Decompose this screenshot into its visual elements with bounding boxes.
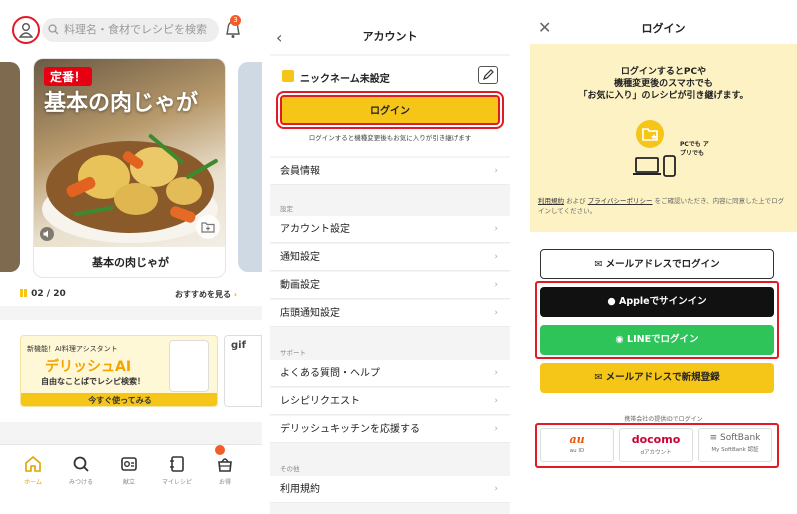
chevron-right-icon: ›: [494, 166, 498, 176]
page-title: ログイン: [641, 22, 686, 35]
home-header: 料理名・食材でレシピを検索 3: [0, 0, 262, 56]
carousel-pager: 02 / 20: [20, 289, 66, 299]
save-folder-icon[interactable]: [196, 215, 220, 239]
line-chat-icon: ◉: [615, 334, 628, 345]
chevron-right-icon: ›: [494, 308, 498, 318]
menu-terms[interactable]: 利用規約 ›: [270, 476, 510, 503]
chevron-right-icon: ›: [494, 280, 498, 290]
apple-icon: ●: [607, 296, 619, 307]
au-id-button[interactable]: au au ID: [540, 428, 614, 462]
edit-button[interactable]: [478, 66, 498, 84]
email-register-button[interactable]: ✉ メールアドレスで新規登録: [540, 363, 774, 393]
menu-icon: [121, 457, 137, 471]
login-button[interactable]: ログイン: [280, 95, 500, 125]
privacy-policy-link[interactable]: プライバシーポリシー: [588, 197, 653, 205]
carousel-prev-card[interactable]: [0, 62, 20, 272]
section-support-label: サポート: [280, 349, 306, 357]
au-logo: au: [569, 433, 585, 446]
docomo-logo: docomo: [631, 433, 681, 446]
tab-my-recipe[interactable]: マイレシピ: [154, 455, 200, 486]
tab-home[interactable]: ホーム: [10, 455, 56, 486]
notebook-icon: [170, 456, 184, 472]
menu-recipe-request[interactable]: レシピリクエスト ›: [270, 388, 510, 415]
recipe-overlay-title: 基本の肉じゃが: [44, 91, 199, 116]
section-other-label: その他: [280, 465, 300, 473]
banner-section: 新機能！AI料理アシスタント デリッシュAI 自由なことばでレシピ検索！ 今すぐ…: [0, 320, 262, 422]
notification-badge: 3: [230, 15, 241, 26]
softbank-button[interactable]: ≡ SoftBank My SoftBank 認証: [698, 428, 772, 462]
search-input[interactable]: 料理名・食材でレシピを検索: [42, 18, 219, 42]
account-screen: ‹ アカウント ニックネーム未設定 ログイン ログインすると機種変更後もお気に入…: [270, 0, 510, 514]
search-icon: [73, 456, 89, 472]
page-title: アカウント: [362, 30, 418, 43]
menu-notification-settings[interactable]: 通知設定 ›: [270, 244, 510, 271]
recipe-badge: 定番！: [44, 67, 93, 86]
legal-notice: 利用規約 および プライバシーポリシー をご確認いただき、内容に同意した上でログ…: [538, 197, 785, 215]
menu-member-info[interactable]: 会員情報 ›: [270, 158, 510, 185]
carrier-login-label: 携帯会社の提供IDでログイン: [624, 416, 703, 423]
pencil-icon: [483, 69, 494, 80]
menu-video-settings[interactable]: 動画設定 ›: [270, 272, 510, 299]
chevron-right-icon: ›: [494, 252, 498, 262]
user-icon: [19, 23, 33, 38]
promo-text: ログインするとPCや 機種変更後のスマホでも 「お気に入り」のレシピが引き継げま…: [578, 67, 749, 101]
recipe-carousel[interactable]: 定番！ 基本の肉じゃが 基本の肉じゃが 02 / 20 おすすめを見る ›: [0, 56, 262, 306]
nickname: ニックネーム未設定: [300, 74, 390, 85]
bottom-tab-bar: ホーム みつける 献立 マイレシピ お得: [0, 444, 262, 514]
search-placeholder: 料理名・食材でレシピを検索: [64, 23, 207, 36]
featured-recipe-card[interactable]: 定番！ 基本の肉じゃが 基本の肉じゃが: [33, 58, 226, 278]
ai-banner[interactable]: 新機能！AI料理アシスタント デリッシュAI 自由なことばでレシピ検索！ 今すぐ…: [20, 335, 218, 407]
tab-deals[interactable]: お得: [202, 455, 248, 486]
profile-icon: [282, 70, 294, 82]
home-icon: [25, 455, 41, 472]
chevron-right-icon: ›: [233, 290, 238, 299]
tab-notification-dot: [215, 445, 225, 455]
illustration-caption: PCでも アプリでも: [680, 141, 709, 157]
section-settings-label: 設定: [280, 205, 293, 213]
softbank-logo: ≡ SoftBank: [709, 433, 761, 443]
next-banner[interactable]: gif: [224, 335, 262, 407]
tab-discover[interactable]: みつける: [58, 455, 104, 486]
banner-phone-image: [169, 340, 209, 392]
account-button[interactable]: [12, 16, 40, 44]
apple-signin-button[interactable]: ● Appleでサインイン: [540, 287, 774, 317]
login-note: ログインすると機種変更後もお気に入りが引き継げます: [308, 134, 472, 142]
banner-tag: 新機能！AI料理アシスタント: [27, 345, 118, 353]
email-login-button[interactable]: ✉ メールアドレスでログイン: [540, 249, 774, 279]
basket-icon: [218, 458, 232, 472]
carousel-next-card[interactable]: [238, 62, 262, 272]
mail-icon: ✉: [594, 372, 606, 383]
pager-text: 02 / 20: [31, 289, 66, 299]
banner-subtitle: 自由なことばでレシピ検索！: [41, 377, 145, 386]
home-screen: 料理名・食材でレシピを検索 3 定番！ 基本の肉じゃが 基本の肉じゃが 02 /…: [0, 0, 262, 514]
sound-icon[interactable]: [40, 227, 54, 241]
search-icon: [48, 24, 59, 35]
account-header: ‹ アカウント: [270, 0, 510, 54]
chevron-right-icon: ›: [494, 396, 498, 406]
line-login-button[interactable]: ◉ LINEでログイン: [540, 325, 774, 355]
menu-account-settings[interactable]: アカウント設定 ›: [270, 216, 510, 243]
menu-faq[interactable]: よくある質問・ヘルプ ›: [270, 360, 510, 387]
menu-support-app[interactable]: デリッシュキッチンを応援する ›: [270, 416, 510, 443]
chevron-right-icon: ›: [494, 368, 498, 378]
terms-link[interactable]: 利用規約: [538, 197, 564, 205]
banner-title: デリッシュAI: [45, 359, 132, 375]
login-promo: ログインするとPCや 機種変更後のスマホでも 「お気に入り」のレシピが引き継げま…: [530, 44, 797, 232]
chevron-right-icon: ›: [494, 424, 498, 434]
account-summary: ニックネーム未設定 ログイン ログインすると機種変更後もお気に入りが引き継げます: [270, 56, 510, 156]
chevron-right-icon: ›: [494, 484, 498, 494]
menu-store-notification-settings[interactable]: 店頭通知設定 ›: [270, 300, 510, 327]
docomo-button[interactable]: docomo dアカウント: [619, 428, 693, 462]
mail-icon: ✉: [594, 259, 606, 270]
recipe-image: 定番！ 基本の肉じゃが: [34, 59, 225, 247]
banner-cta[interactable]: 今すぐ使ってみる: [21, 393, 217, 406]
recipe-name: 基本の肉じゃが: [92, 256, 169, 269]
login-screen: ✕ ログイン ログインするとPCや 機種変更後のスマホでも 「お気に入り」のレシ…: [530, 0, 797, 514]
see-recommendations-link[interactable]: おすすめを見る ›: [175, 289, 237, 300]
tab-menu[interactable]: 献立: [106, 455, 152, 486]
pager-pause-icon[interactable]: [20, 289, 23, 297]
chevron-right-icon: ›: [494, 224, 498, 234]
